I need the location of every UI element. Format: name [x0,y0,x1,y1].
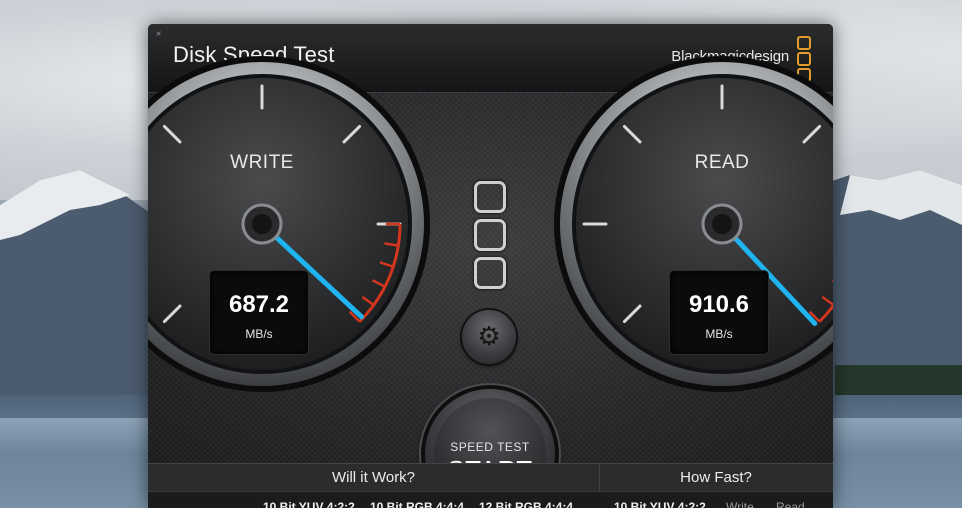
column-header: 10 Bit YUV 4:2:2 [614,500,706,508]
read-readout: 910.6 MB/s [669,270,769,355]
write-gauge-label: WRITE [230,152,294,173]
blackmagic-center-logo-icon [474,181,506,295]
will-it-work-heading: Will it Work? [331,469,416,486]
write-speed-value: 687.2 [228,291,290,318]
column-header: 10 Bit RGB 4:4:4 [370,500,465,508]
results-table-header: Will it Work? How Fast? [148,463,833,508]
read-speed-unit: MB/s [705,327,733,341]
disk-speed-test-window: × Disk Speed Test Blackmagicdesign WRITE… [148,24,833,508]
start-button-sublabel: SPEED TEST [450,440,530,454]
gauge-hub-center [252,214,272,234]
gear-icon: ⚙ [477,321,501,351]
read-gauge: READ 910.6 MB/s [552,54,833,394]
gauge-hub-center [712,214,732,234]
column-header: Write [726,500,754,508]
column-header: Read [776,500,805,508]
write-gauge: WRITE 687.2 MB/s [148,54,432,394]
column-header: 10 Bit YUV 4:2:2 [263,500,355,508]
main-panel: WRITE 687.2 MB/s READ 910.6 MB/s ⚙ SPEED… [148,56,833,508]
read-gauge-label: READ [694,152,750,173]
read-speed-value: 910.6 [688,291,750,318]
results-table-columns: 10 Bit YUV 4:2:2 10 Bit RGB 4:4:4 12 Bit… [148,491,833,508]
settings-button[interactable]: ⚙ [462,310,516,364]
column-header: 12 Bit RGB 4:4:4 [479,500,574,508]
how-fast-heading: How Fast? [680,469,752,486]
close-button[interactable]: × [154,30,163,40]
write-speed-unit: MB/s [245,327,273,341]
write-readout: 687.2 MB/s [209,270,309,355]
